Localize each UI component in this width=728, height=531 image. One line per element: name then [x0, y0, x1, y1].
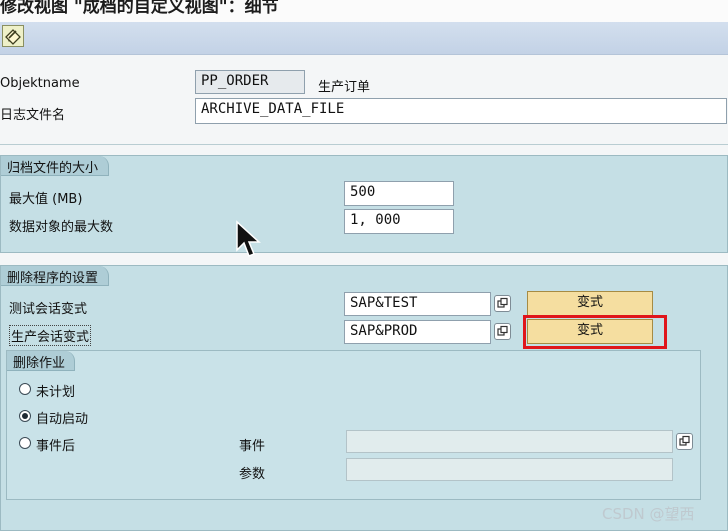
max-objects-label: 数据对象的最大数 — [9, 220, 114, 235]
radio-auto-start[interactable] — [19, 410, 31, 422]
event-label: 事件 — [239, 439, 266, 454]
delete-settings-title: 删除程序的设置 — [1, 266, 109, 286]
open-value-help-icon — [679, 435, 690, 446]
test-variant-label: 测试会话变式 — [9, 302, 88, 317]
test-variant-button[interactable]: 变式 — [527, 291, 653, 316]
param-field[interactable] — [346, 458, 673, 481]
radio-unplanned-label: 未计划 — [36, 385, 76, 400]
radio-after-event-label: 事件后 — [36, 439, 76, 454]
max-mb-label: 最大值 (MB) — [9, 192, 83, 207]
max-objects-field[interactable]: 1, 000 — [344, 209, 454, 234]
logfile-label: 日志文件名 — [0, 108, 66, 123]
delete-job-title: 删除作业 — [7, 351, 75, 371]
mouse-cursor-icon — [236, 220, 261, 257]
prod-variant-matchcode[interactable] — [494, 323, 511, 340]
radio-auto-start-label: 自动启动 — [36, 412, 89, 427]
display-change-button[interactable] — [2, 25, 24, 47]
section-separator — [0, 144, 728, 145]
param-label: 参数 — [239, 467, 266, 482]
open-value-help-icon — [497, 297, 508, 308]
application-toolbar — [0, 22, 728, 55]
objektname-description: 生产订单 — [318, 80, 371, 95]
max-mb-field[interactable]: 500 — [344, 181, 454, 206]
objektname-field[interactable]: PP_ORDER — [195, 70, 305, 94]
objektname-label: Objektname — [0, 76, 80, 91]
logfile-field[interactable]: ARCHIVE_DATA_FILE — [195, 98, 727, 124]
highlight-box — [523, 315, 667, 349]
archive-size-title: 归档文件的大小 — [1, 156, 109, 176]
open-value-help-icon — [497, 325, 508, 336]
window-title-bar: 修改视图 "成档的自定义视图"：细节 — [0, 0, 728, 22]
archive-size-group: 归档文件的大小 最大值 (MB) 500 数据对象的最大数 1, 000 — [0, 155, 728, 253]
window-title: 修改视图 "成档的自定义视图"：细节 — [0, 0, 279, 17]
watermark: CSDN @望西 — [602, 505, 695, 523]
radio-unplanned[interactable] — [19, 383, 31, 395]
event-matchcode[interactable] — [676, 433, 693, 450]
event-field[interactable] — [346, 430, 673, 453]
prod-variant-field[interactable]: SAP&PROD — [344, 320, 491, 344]
delete-job-group: 删除作业 未计划 自动启动 事件后 事件 参数 — [6, 350, 701, 500]
delete-settings-group: 删除程序的设置 测试会话变式 SAP&TEST 变式 生产会话变式 SAP&PR… — [0, 265, 728, 531]
prod-variant-label: 生产会话变式 — [9, 325, 92, 346]
test-variant-field[interactable]: SAP&TEST — [344, 292, 491, 316]
display-change-icon — [5, 29, 21, 45]
radio-after-event[interactable] — [19, 437, 31, 449]
test-variant-matchcode[interactable] — [494, 295, 511, 312]
